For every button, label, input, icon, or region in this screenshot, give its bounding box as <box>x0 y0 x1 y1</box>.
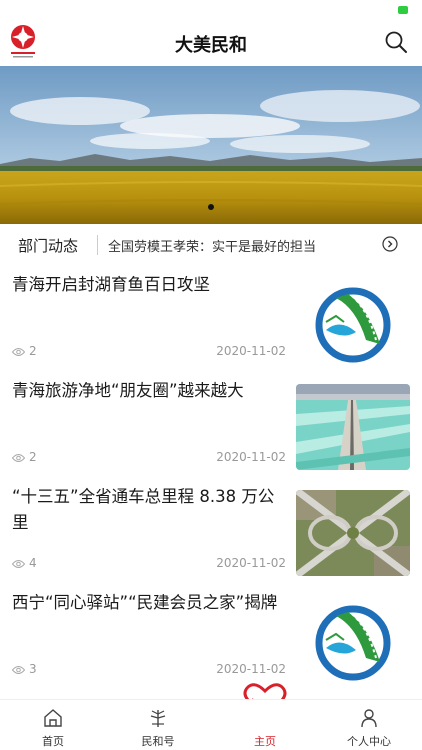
ticker-label: 部门动态 <box>18 237 79 255</box>
view-count: 3 <box>11 662 37 676</box>
app-header: 大美民和 <box>0 20 422 66</box>
interchange-photo <box>296 490 410 576</box>
view-count: 4 <box>11 556 37 570</box>
status-bar <box>0 0 422 20</box>
tree-icon <box>150 710 166 727</box>
news-item[interactable]: “十三五”全省通车总里程 8.38 万公里 4 2020-11-02 <box>0 478 422 584</box>
news-title[interactable]: “十三五”全省通车总里程 8.38 万公里 <box>12 484 284 536</box>
tab-label: 首页 <box>42 735 64 748</box>
search-button[interactable] <box>384 30 408 54</box>
tab-minhe[interactable]: 民和号 <box>118 700 198 750</box>
bottom-tab-bar: 首页 民和号 主页 个人中心 <box>0 699 422 750</box>
news-meta: 3 2020-11-02 <box>11 662 286 676</box>
page-title: 大美民和 <box>175 35 247 56</box>
eye-icon <box>11 666 26 674</box>
eye-icon <box>11 348 26 356</box>
news-date: 2020-11-02 <box>216 662 286 676</box>
news-date: 2020-11-02 <box>216 344 286 358</box>
eye-icon <box>11 454 26 462</box>
tab-label: 个人中心 <box>347 735 391 748</box>
carousel-dot[interactable] <box>208 204 214 210</box>
tab-label: 民和号 <box>141 735 175 748</box>
tab-home[interactable]: 首页 <box>13 700 93 750</box>
news-title[interactable]: 青海旅游净地“朋友圈”越来越大 <box>12 378 284 404</box>
view-count-value: 3 <box>29 662 37 676</box>
logo-thumb <box>296 278 410 364</box>
tab-profile[interactable]: 个人中心 <box>329 700 409 750</box>
news-date: 2020-11-02 <box>216 556 286 570</box>
news-meta: 2 2020-11-02 <box>11 344 286 358</box>
view-count: 2 <box>11 344 37 358</box>
view-count: 2 <box>11 450 37 464</box>
news-title[interactable]: 西宁“同心驿站”“民建会员之家”揭牌 <box>12 590 284 616</box>
view-count-value: 2 <box>29 344 37 358</box>
news-date: 2020-11-02 <box>216 450 286 464</box>
person-icon <box>361 709 377 728</box>
news-meta: 4 2020-11-02 <box>11 556 286 570</box>
divider <box>97 235 98 255</box>
chevron-right-icon <box>382 236 398 252</box>
eye-icon <box>11 560 26 568</box>
news-thumbnail[interactable] <box>296 384 410 470</box>
view-count-value: 4 <box>29 556 37 570</box>
battery-icon <box>398 6 408 14</box>
news-thumbnail[interactable] <box>296 278 410 364</box>
news-item[interactable]: 西宁“同心驿站”“民建会员之家”揭牌 3 2020-11-02 <box>0 584 422 690</box>
banner-carousel[interactable] <box>0 66 422 224</box>
logo-thumb <box>296 596 410 682</box>
salt-lake-photo <box>296 384 410 470</box>
news-thumbnail[interactable] <box>296 596 410 682</box>
news-item[interactable]: 青海开启封湖育鱼百日攻坚 2 2020-11-02 <box>0 266 422 372</box>
carousel-indicator[interactable] <box>0 195 422 214</box>
ticker-headline[interactable]: 全国劳模王孝荣：实干是最好的担当 <box>108 236 370 255</box>
news-thumbnail[interactable] <box>296 490 410 576</box>
ticker-next-button[interactable] <box>382 236 398 252</box>
tab-label: 主页 <box>254 735 276 748</box>
news-meta: 2 2020-11-02 <box>11 450 286 464</box>
tab-main[interactable]: 主页 <box>225 700 305 750</box>
home-icon <box>44 709 62 727</box>
news-title[interactable]: 青海开启封湖育鱼百日攻坚 <box>12 272 284 298</box>
search-icon <box>385 31 407 53</box>
department-news-ticker[interactable]: 部门动态 全国劳模王孝荣：实干是最好的担当 <box>0 224 422 266</box>
news-item[interactable]: 青海旅游净地“朋友圈”越来越大 2 2020-11-02 <box>0 372 422 478</box>
view-count-value: 2 <box>29 450 37 464</box>
